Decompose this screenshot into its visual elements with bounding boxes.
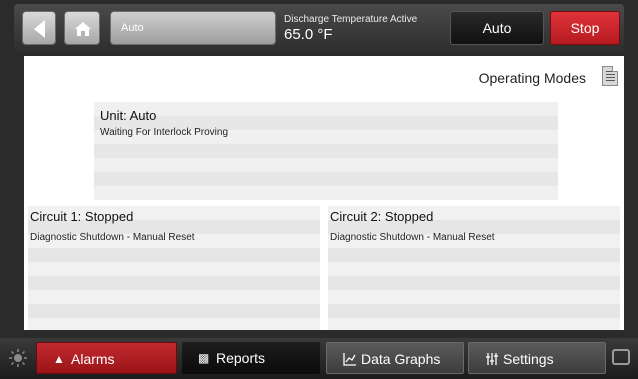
circuit-1-status: Diagnostic Shutdown - Manual Reset <box>30 232 195 243</box>
document-icon[interactable] <box>602 66 618 86</box>
circuit-1-title: Circuit 1: Stopped <box>30 209 134 224</box>
tab-alarms[interactable]: ▲ Alarms <box>36 342 177 374</box>
home-icon <box>75 22 91 36</box>
circuit-2-panel: Circuit 2: Stopped Diagnostic Shutdown -… <box>328 206 620 330</box>
unit-status-panel: Unit: Auto Waiting For Interlock Proving <box>94 102 558 200</box>
home-button[interactable] <box>64 11 100 45</box>
tab-reports[interactable]: ▩ Reports <box>182 342 320 374</box>
back-arrow-icon <box>34 20 45 38</box>
unit-title: Unit: Auto <box>100 108 157 123</box>
tab-settings-label: Settings <box>503 351 554 367</box>
graph-icon <box>343 353 356 366</box>
tab-alarms-label: Alarms <box>71 351 115 367</box>
tab-reports-label: Reports <box>216 350 266 366</box>
chat-icon[interactable] <box>612 349 630 365</box>
tab-data-graphs-label: Data Graphs <box>361 351 441 367</box>
mode-button-label: Auto <box>121 22 144 34</box>
back-button[interactable] <box>22 11 56 45</box>
device-frame: Auto Discharge Temperature Active 65.0 °… <box>0 0 638 379</box>
main-panel: Operating Modes Unit: Auto Waiting For I… <box>24 56 624 330</box>
tab-data-graphs[interactable]: Data Graphs <box>326 342 464 374</box>
stop-button[interactable]: Stop <box>550 11 620 45</box>
mode-button[interactable]: Auto <box>110 11 276 45</box>
tab-settings[interactable]: Settings <box>468 342 606 374</box>
auto-button[interactable]: Auto <box>450 11 544 45</box>
report-icon: ▩ <box>198 351 210 365</box>
top-bar: Auto Discharge Temperature Active 65.0 °… <box>14 4 624 52</box>
alarm-icon: ▲ <box>53 352 65 366</box>
bottom-nav-bar: ▲ Alarms ▩ Reports Data Graphs Settings <box>0 338 638 379</box>
brightness-icon[interactable] <box>8 348 28 368</box>
discharge-temperature-label: Discharge Temperature Active <box>284 14 418 25</box>
operating-modes-link[interactable]: Operating Modes <box>479 70 586 86</box>
unit-status: Waiting For Interlock Proving <box>100 127 229 138</box>
circuit-2-title: Circuit 2: Stopped <box>330 209 434 224</box>
discharge-temperature-value: 65.0 °F <box>284 26 333 43</box>
circuit-2-status: Diagnostic Shutdown - Manual Reset <box>330 232 495 243</box>
circuit-1-panel: Circuit 1: Stopped Diagnostic Shutdown -… <box>28 206 320 330</box>
settings-sliders-icon <box>486 353 498 365</box>
